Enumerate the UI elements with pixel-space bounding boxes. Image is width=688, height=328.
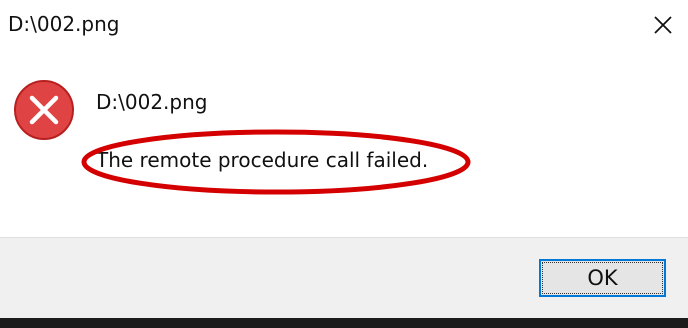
ok-button[interactable]: OK [539, 259, 666, 297]
message-text: The remote procedure call failed. [96, 148, 429, 172]
error-dialog: D:\002.png D:\002.png The remote procedu… [0, 0, 688, 319]
window-title: D:\002.png [8, 12, 120, 36]
error-icon [14, 80, 74, 140]
dialog-footer: OK [0, 237, 688, 319]
taskbar-edge [0, 318, 688, 328]
message-heading: D:\002.png [96, 90, 208, 114]
close-icon[interactable] [648, 10, 678, 40]
